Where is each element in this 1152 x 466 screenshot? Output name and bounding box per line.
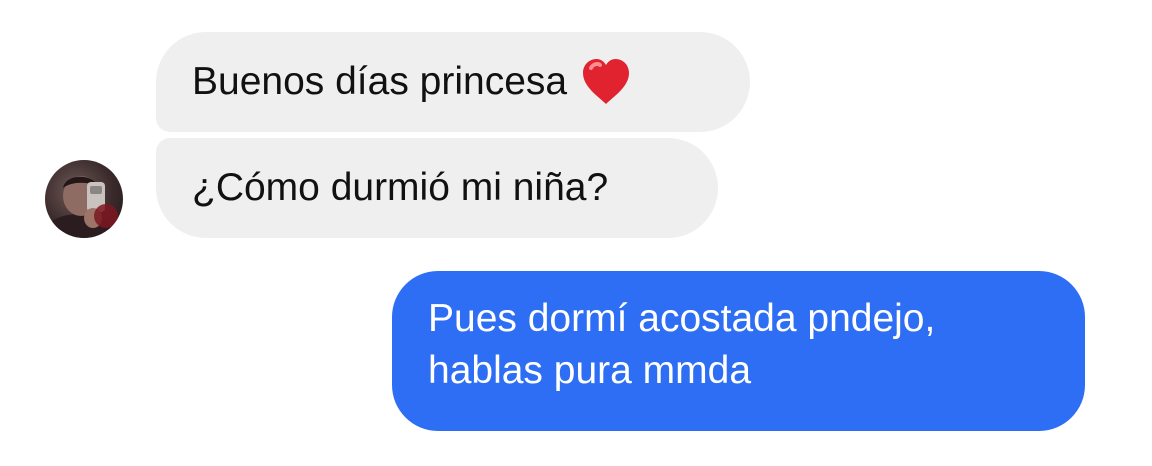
message-text-line: Pues dormí acostada pndejo, [428, 297, 936, 340]
outgoing-message-bubble[interactable]: Pues dormí acostada pndejo, hablas pura … [392, 271, 1085, 431]
incoming-message-bubble[interactable]: ¿Cómo durmió mi niña? [156, 138, 718, 238]
incoming-message-bubble[interactable]: Buenos días princesa [156, 32, 750, 132]
heart-icon [579, 56, 633, 108]
message-text-line: hablas pura mmda [428, 349, 752, 392]
message-text: Buenos días princesa [192, 60, 568, 103]
message-text: ¿Cómo durmió mi niña? [192, 166, 609, 209]
avatar[interactable] [45, 160, 123, 238]
